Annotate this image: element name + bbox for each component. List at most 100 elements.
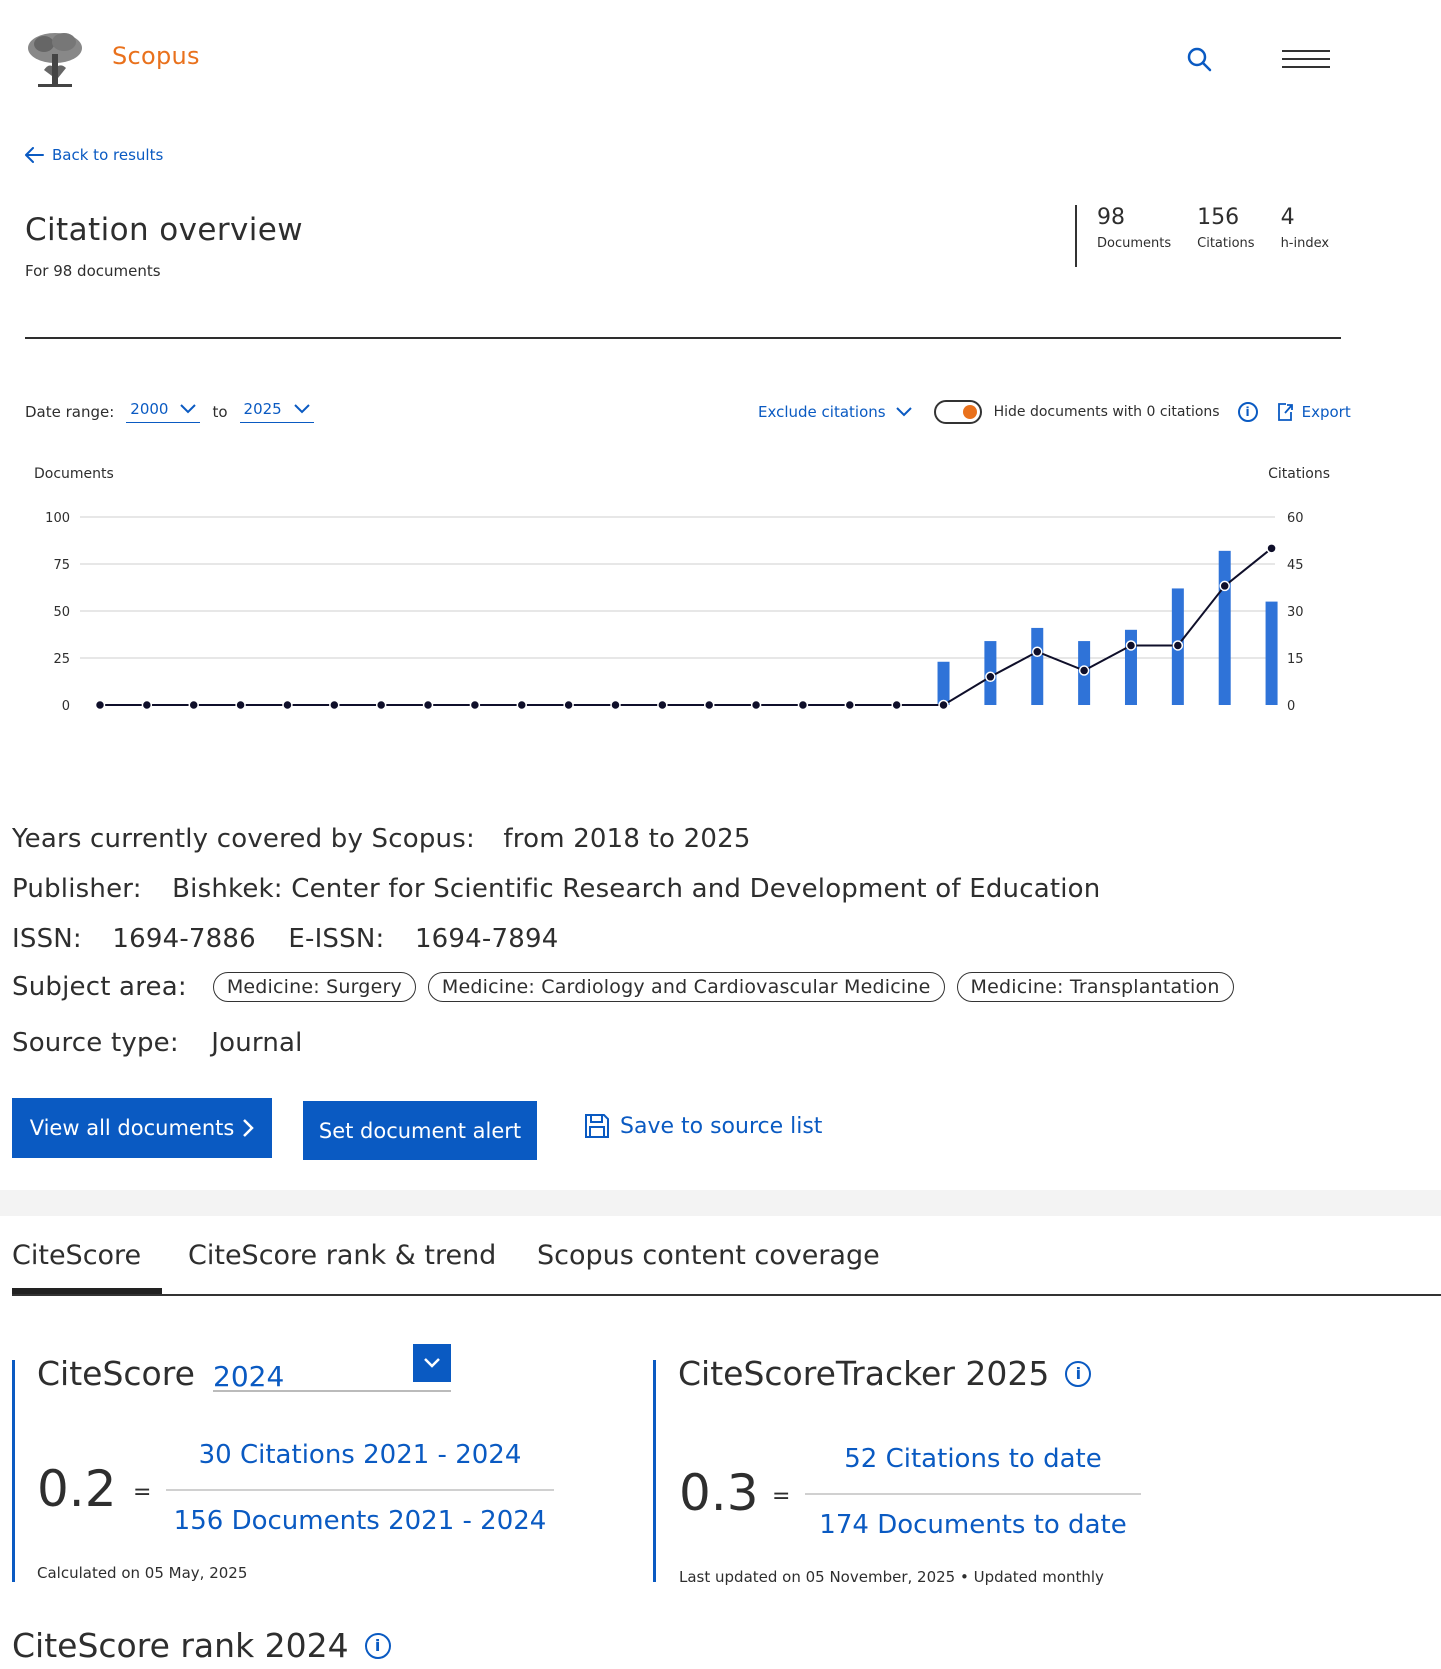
- stat-label: h-index: [1280, 236, 1330, 251]
- subject-chip[interactable]: Medicine: Transplantation: [956, 972, 1234, 1002]
- left-tick-label: 25: [53, 652, 70, 667]
- subject-area-label: Subject area:: [12, 972, 187, 1002]
- left-tick-label: 75: [53, 558, 70, 573]
- citation-point: [703, 699, 715, 711]
- tab-citescore-rank-trend[interactable]: CiteScore rank & trend: [188, 1240, 496, 1271]
- floppy-disk-icon: [585, 1114, 609, 1138]
- info-icon[interactable]: i: [364, 1632, 391, 1659]
- set-document-alert-button[interactable]: Set document alert: [303, 1101, 537, 1160]
- citescore-numerator-link[interactable]: 30 Citations 2021 - 2024: [166, 1440, 554, 1470]
- tracker-numerator-link[interactable]: 52 Citations to date: [805, 1444, 1141, 1474]
- citation-point: [1125, 640, 1137, 651]
- citation-point: [94, 699, 106, 711]
- elsevier-tree-logo: [24, 30, 86, 90]
- view-all-documents-button[interactable]: View all documents: [12, 1098, 272, 1158]
- exclude-citations-label: Exclude citations: [758, 403, 886, 421]
- chart-options: Exclude citations Hide documents with 0 …: [758, 400, 1351, 424]
- back-to-results-link[interactable]: Back to results: [24, 146, 163, 164]
- citation-point: [422, 699, 434, 711]
- citescore-year-value: 2024: [213, 1360, 285, 1393]
- from-year-select[interactable]: 2000: [126, 400, 201, 423]
- tracker-denominator-link[interactable]: 174 Documents to date: [805, 1510, 1141, 1540]
- subject-chip[interactable]: Medicine: Surgery: [212, 972, 416, 1002]
- date-range-controls: Date range: 2000 to 2025: [25, 400, 314, 423]
- citation-point: [141, 699, 153, 711]
- stat-label: Documents: [1097, 236, 1172, 251]
- eissn-value: 1694-7894: [414, 924, 559, 954]
- citescore-denominator-link[interactable]: 156 Documents 2021 - 2024: [166, 1506, 554, 1536]
- right-tick-label: 15: [1287, 652, 1304, 667]
- citation-chart: Documents Citations 100 60 75 45 50 30 25 15 0 0: [34, 466, 1330, 714]
- years-covered-row: Years currently covered by Scopus: from …: [12, 824, 751, 854]
- issn-value: 1694-7886: [112, 924, 256, 954]
- publisher-label: Publisher:: [12, 874, 142, 904]
- to-year-select[interactable]: 2025: [239, 400, 314, 423]
- citation-point: [1172, 640, 1184, 651]
- chevron-down-icon[interactable]: [413, 1344, 451, 1382]
- stat-citations: 156 Citations: [1197, 205, 1254, 267]
- fraction-line: [166, 1489, 554, 1491]
- source-type-label: Source type:: [12, 1028, 179, 1058]
- info-icon[interactable]: i: [1237, 402, 1258, 422]
- tracker-title-row: CiteScoreTracker 2025 i: [678, 1354, 1092, 1393]
- brand-name[interactable]: Scopus: [112, 42, 200, 70]
- years-covered-label: Years currently covered by Scopus:: [12, 824, 475, 854]
- set-alert-label: Set document alert: [318, 1118, 522, 1143]
- export-icon: [1277, 403, 1293, 421]
- document-bar: [937, 661, 950, 705]
- from-year-value: 2000: [130, 400, 169, 418]
- stat-h-index: 4 h-index: [1281, 205, 1330, 267]
- right-tick-label: 60: [1287, 511, 1304, 526]
- document-bar: [1265, 601, 1278, 705]
- citation-point: [516, 699, 528, 711]
- citescore-title: CiteScore: [37, 1354, 195, 1393]
- citation-point: [938, 699, 949, 711]
- issn-row: ISSN: 1694-7886 E-ISSN: 1694-7894: [12, 924, 558, 954]
- publisher-row: Publisher: Bishkek: Center for Scientifi…: [12, 874, 1100, 904]
- tab-citescore[interactable]: CiteScore: [12, 1240, 141, 1271]
- chevron-down-icon: [895, 407, 912, 417]
- document-bar: [1031, 627, 1044, 705]
- tracker-equals: =: [772, 1484, 791, 1509]
- hamburger-menu-icon[interactable]: [1282, 50, 1330, 74]
- exclude-citations-dropdown[interactable]: Exclude citations: [758, 403, 912, 421]
- citescore-rank-heading: CiteScore rank 2024 i: [12, 1626, 391, 1665]
- tab-scopus-content-coverage[interactable]: Scopus content coverage: [537, 1240, 880, 1271]
- search-icon[interactable]: [1184, 44, 1214, 74]
- stat-value: 98: [1097, 205, 1125, 230]
- stat-value: 4: [1280, 205, 1295, 230]
- citation-point: [891, 699, 902, 711]
- citescore-year-select[interactable]: 2024: [213, 1344, 451, 1393]
- view-all-label: View all documents: [29, 1116, 235, 1140]
- to-year-value: 2025: [243, 400, 282, 418]
- citation-point: [563, 699, 574, 711]
- export-button[interactable]: Export: [1276, 402, 1351, 422]
- right-tick-label: 45: [1287, 558, 1304, 573]
- info-icon[interactable]: i: [1065, 1360, 1092, 1387]
- citescore-rank-title: CiteScore rank 2024: [12, 1626, 349, 1665]
- citation-point: [750, 699, 762, 711]
- citation-point: [657, 699, 668, 711]
- stat-documents: 98 Documents: [1097, 205, 1171, 267]
- active-tab-indicator: [12, 1288, 162, 1294]
- back-label: Back to results: [52, 146, 164, 164]
- citation-point: [610, 699, 621, 711]
- stat-value: 156: [1197, 205, 1240, 230]
- left-tick-label: 50: [53, 605, 70, 620]
- citation-point: [1078, 665, 1090, 676]
- tracker-title: CiteScoreTracker 2025: [678, 1354, 1050, 1393]
- hide-zero-citations-toggle[interactable]: [933, 400, 982, 424]
- citations-line: [100, 547, 1273, 706]
- citation-point: [188, 699, 199, 711]
- citation-point: [1266, 543, 1277, 554]
- section-separator-band: [0, 1190, 1441, 1216]
- citation-point: [844, 699, 856, 711]
- subject-chip[interactable]: Medicine: Cardiology and Cardiovascular …: [427, 972, 945, 1002]
- publisher-value: Bishkek: Center for Scientific Research …: [172, 874, 1101, 904]
- source-type-row: Source type: Journal: [12, 1028, 303, 1058]
- citescore-accent-bar: [12, 1360, 15, 1582]
- date-range-label: Date range:: [25, 402, 115, 421]
- citation-point: [375, 699, 387, 711]
- save-to-source-list-link[interactable]: Save to source list: [584, 1113, 822, 1139]
- chevron-down-icon: [180, 404, 197, 414]
